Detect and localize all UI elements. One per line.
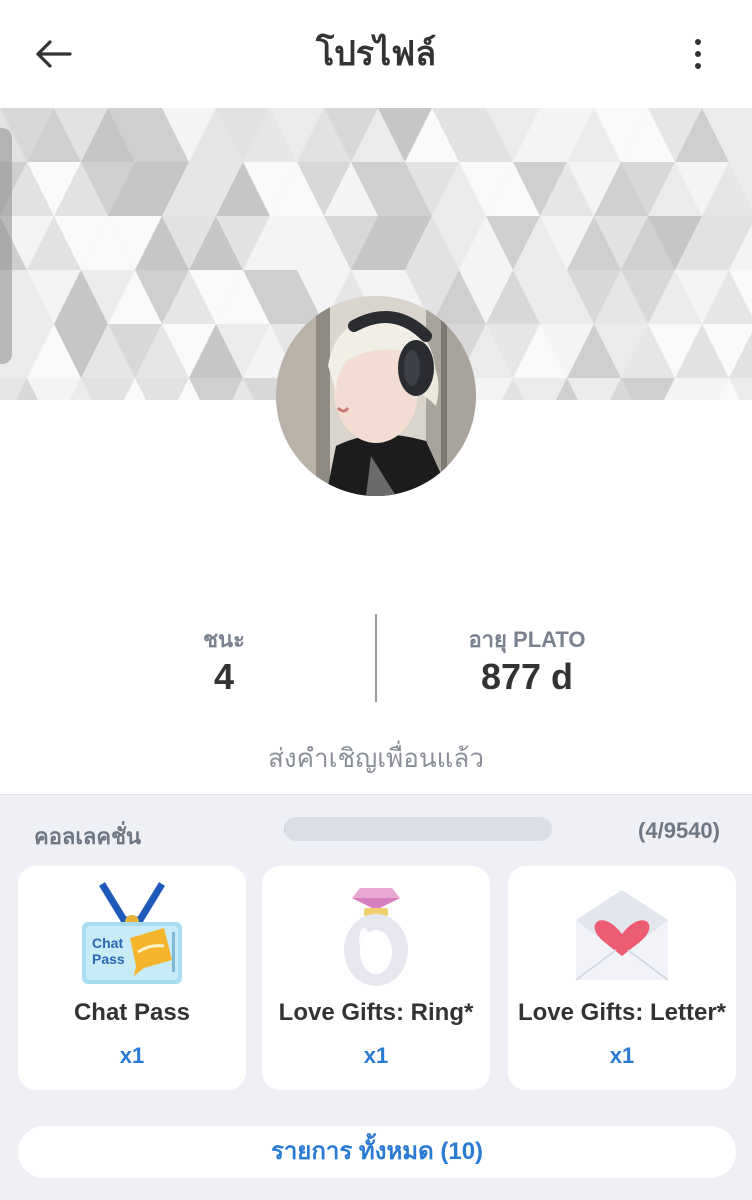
item-quantity: x1	[609, 1043, 635, 1068]
more-options-button[interactable]	[680, 30, 716, 78]
diamond-ring-icon	[344, 888, 408, 986]
svg-text:Pass: Pass	[92, 951, 125, 967]
item-name: Love Gifts: Ring*	[278, 999, 474, 1026]
plato-age-label: อายุ PLATO	[468, 627, 586, 652]
heart-letter-icon	[575, 890, 669, 981]
collection-item-chat-pass[interactable]: Chat Pass Chat Pass x1	[18, 866, 246, 1090]
page-title: โปรไฟล์	[315, 35, 437, 73]
back-button[interactable]	[30, 30, 78, 78]
wins-value: 4	[213, 656, 235, 697]
avatar[interactable]	[276, 296, 476, 496]
chat-pass-ticket-icon: Chat Pass	[82, 882, 182, 984]
invite-status-text: ส่งคำเชิญเพื่อนแล้ว	[268, 743, 484, 773]
collection-item-ring[interactable]: Love Gifts: Ring* x1	[262, 866, 490, 1090]
collection-progress-bar	[284, 817, 552, 841]
item-name: Chat Pass	[73, 999, 191, 1026]
item-quantity: x1	[363, 1043, 389, 1068]
svg-text:Chat: Chat	[92, 935, 123, 951]
collection-count: (4/9540)	[638, 818, 720, 843]
plato-age-value: 877 d	[480, 656, 574, 697]
collection-item-letter[interactable]: Love Gifts: Letter* x1	[508, 866, 736, 1090]
stats-divider	[375, 614, 377, 702]
arrow-left-icon	[36, 40, 72, 68]
item-name: Love Gifts: Letter*	[517, 999, 727, 1026]
wins-label: ชนะ	[203, 627, 245, 652]
top-bar: โปรไฟล์	[0, 0, 752, 108]
collection-title: คอลเลคชั่น	[34, 824, 142, 849]
side-drawer-handle[interactable]	[0, 128, 12, 364]
avatar-image	[276, 296, 476, 496]
view-all-items-button[interactable]: รายการ ทั้งหมด (10)	[18, 1126, 736, 1178]
more-vertical-icon	[695, 39, 701, 69]
item-quantity: x1	[119, 1043, 145, 1068]
